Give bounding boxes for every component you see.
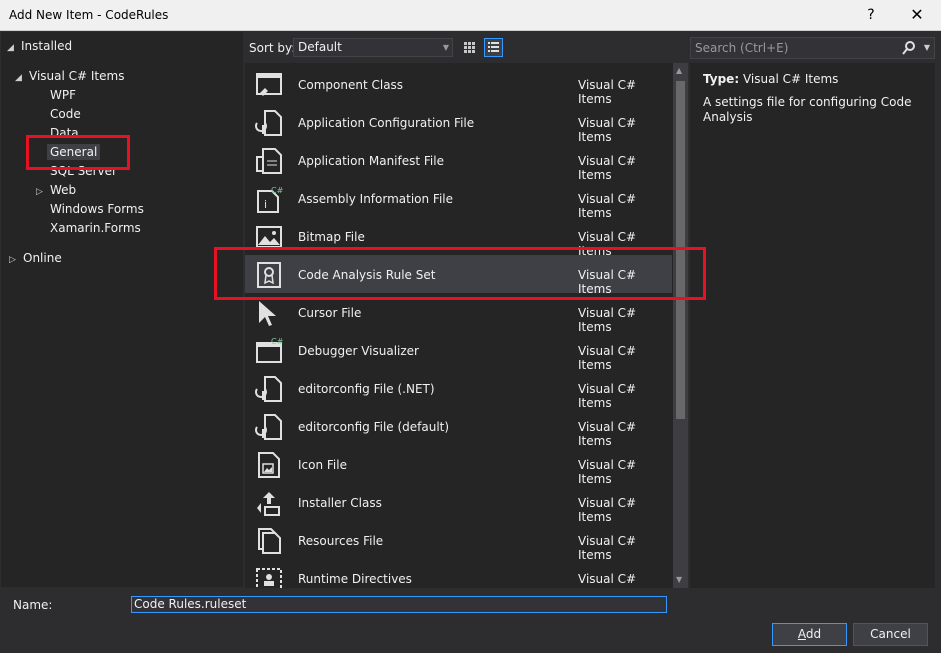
list-item[interactable]: i C# Assembly Information File Visual C#… xyxy=(245,179,672,220)
tree-item-wpf[interactable]: WPF xyxy=(50,86,76,104)
add-accelerator: A xyxy=(797,627,806,641)
editorconfig-icon xyxy=(255,414,282,440)
list-item[interactable]: C# Debugger Visualizer Visual C# Items xyxy=(245,331,672,372)
cursor-icon xyxy=(259,301,276,326)
window-title: Add New Item - CodeRules xyxy=(9,8,169,22)
cancel-button[interactable]: Cancel xyxy=(853,623,928,646)
list-item[interactable]: editorconfig File (default) Visual C# It… xyxy=(245,407,672,448)
template-list: Component Class Visual C# Items Applicat… xyxy=(245,63,688,588)
list-item[interactable]: Icon File Visual C# Items xyxy=(245,445,672,486)
manifest-file-icon xyxy=(256,148,282,174)
highlight-box-ruleset xyxy=(214,247,706,300)
name-field[interactable]: Code Rules.ruleset xyxy=(131,596,667,613)
icon-file-icon xyxy=(258,452,280,478)
collapsed-arrow-icon[interactable]: ▷ xyxy=(36,183,50,201)
grid-view-button[interactable] xyxy=(460,38,479,57)
debugger-visualizer-icon: C# xyxy=(256,337,283,363)
dropdown-arrow-icon: ▼ xyxy=(442,43,449,52)
sort-dropdown[interactable]: Default ▼ xyxy=(293,38,453,57)
tree-item-web[interactable]: ▷ Web xyxy=(36,181,76,199)
search-icon[interactable] xyxy=(902,40,916,62)
search-input[interactable]: Search (Ctrl+E) ▼ xyxy=(690,37,935,59)
tree-item-online[interactable]: ▷ Online xyxy=(9,249,62,267)
search-options-arrow-icon[interactable]: ▼ xyxy=(924,38,930,58)
list-item[interactable]: editorconfig File (.NET) Visual C# Items xyxy=(245,369,672,410)
runtime-directives-icon xyxy=(256,568,282,588)
list-item[interactable]: Resources File Visual C# Items xyxy=(245,521,672,562)
svg-text:C#: C# xyxy=(271,337,283,346)
tree-item-xamarin-forms[interactable]: Xamarin.Forms xyxy=(50,219,141,237)
collapsed-arrow-icon[interactable]: ▷ xyxy=(9,251,23,269)
scroll-up-arrow-icon[interactable]: ▲ xyxy=(676,66,682,75)
highlight-box-general xyxy=(26,135,130,170)
svg-text:i: i xyxy=(264,198,267,211)
list-scrollbar[interactable]: ▲ ▼ xyxy=(673,63,688,588)
type-line: Type: Visual C# Items xyxy=(703,72,838,86)
search-placeholder: Search (Ctrl+E) xyxy=(695,41,789,55)
tree-item-code[interactable]: Code xyxy=(50,105,81,123)
list-item[interactable]: Application Configuration File Visual C#… xyxy=(245,103,672,144)
close-button[interactable]: ✕ xyxy=(902,3,932,27)
list-item[interactable]: Component Class Visual C# Items xyxy=(245,65,672,106)
tree-item-visual-csharp[interactable]: ◢ Visual C# Items xyxy=(15,67,124,85)
expanded-arrow-icon[interactable]: ◢ xyxy=(15,69,29,87)
component-class-icon xyxy=(256,73,282,96)
installer-class-icon xyxy=(257,492,280,516)
list-item[interactable]: Runtime Directives Visual C# Items xyxy=(245,559,672,588)
item-description: A settings file for configuring Code Ana… xyxy=(703,95,912,124)
assembly-info-icon: i C# xyxy=(257,186,283,213)
list-item[interactable]: Installer Class Visual C# Items xyxy=(245,483,672,524)
template-tree: ◢ Installed ◢ Visual C# Items WPF Code Dat… xyxy=(1,32,243,587)
type-value: Visual C# Items xyxy=(742,72,839,86)
details-pane: Type: Visual C# Items A settings file fo… xyxy=(690,63,935,588)
sort-value: Default xyxy=(298,40,342,54)
list-view-icon xyxy=(488,42,499,52)
help-button[interactable]: ? xyxy=(856,3,886,27)
grid-view-icon xyxy=(464,42,475,53)
editorconfig-icon xyxy=(255,376,282,402)
svg-text:C#: C# xyxy=(271,186,283,195)
resources-file-icon xyxy=(258,528,281,554)
bottom-bar: Name: Code Rules.ruleset Add Cancel xyxy=(0,588,941,653)
add-button[interactable]: Add xyxy=(772,623,847,646)
tree-item-installed[interactable]: ◢ Installed xyxy=(7,37,72,55)
name-label: Name: xyxy=(13,598,53,612)
expanded-arrow-icon[interactable]: ◢ xyxy=(7,39,21,57)
config-file-icon xyxy=(255,110,282,136)
scroll-down-arrow-icon[interactable]: ▼ xyxy=(676,575,682,584)
list-view-button[interactable] xyxy=(484,38,503,57)
sort-label: Sort by: xyxy=(249,41,296,55)
title-bar: Add New Item - CodeRules ? ✕ xyxy=(0,0,941,31)
list-item[interactable]: Application Manifest File Visual C# Item… xyxy=(245,141,672,182)
tree-item-windows-forms[interactable]: Windows Forms xyxy=(50,200,144,218)
type-label: Type: xyxy=(703,72,740,86)
